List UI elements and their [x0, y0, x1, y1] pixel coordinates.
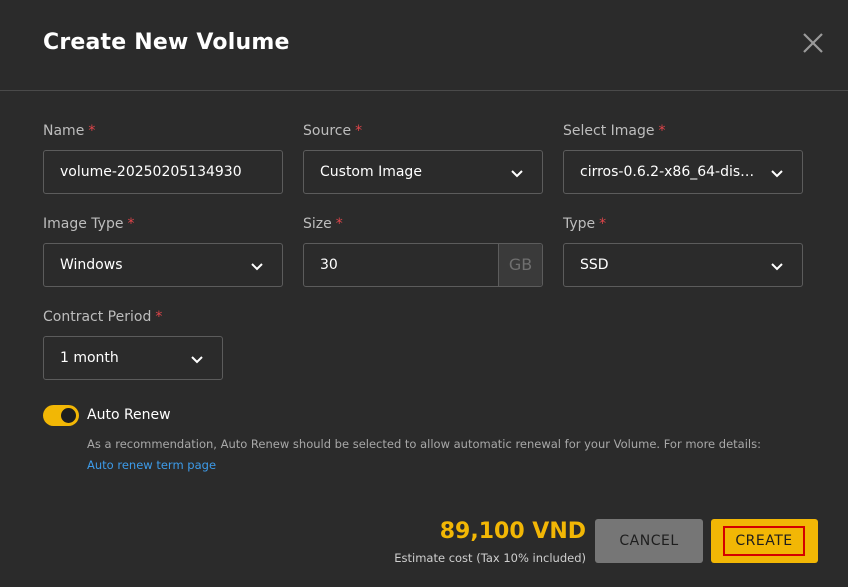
source-select[interactable]: Custom Image — [303, 150, 543, 194]
auto-renew-term-link[interactable]: Auto renew term page — [87, 458, 216, 472]
name-label: Name * — [43, 123, 96, 139]
contract-period-value: 1 month — [60, 350, 119, 366]
required-mark: * — [335, 216, 343, 232]
required-mark: * — [88, 123, 96, 139]
image-type-value: Windows — [60, 257, 123, 273]
source-value: Custom Image — [320, 164, 422, 180]
image-type-select[interactable]: Windows — [43, 243, 283, 287]
required-mark: * — [658, 123, 666, 139]
chevron-down-icon — [771, 170, 783, 178]
chevron-down-icon — [251, 263, 263, 271]
required-mark: * — [155, 309, 163, 325]
type-label: Type * — [563, 216, 607, 232]
dialog-header: Create New Volume — [0, 0, 848, 91]
required-mark: * — [355, 123, 363, 139]
auto-renew-label: Auto Renew — [87, 407, 171, 423]
estimated-price: 89,100 VND — [439, 519, 586, 544]
price-note: Estimate cost (Tax 10% included) — [394, 551, 586, 565]
chevron-down-icon — [511, 170, 523, 178]
chevron-down-icon — [191, 356, 203, 364]
image-type-label: Image Type * — [43, 216, 135, 232]
contract-period-label: Contract Period * — [43, 309, 163, 325]
close-icon — [803, 33, 823, 53]
type-value: SSD — [580, 257, 609, 273]
type-select[interactable]: SSD — [563, 243, 803, 287]
size-input[interactable] — [320, 244, 490, 286]
required-mark: * — [127, 216, 135, 232]
cancel-button[interactable]: CANCEL — [595, 519, 703, 563]
auto-renew-toggle[interactable] — [43, 405, 79, 426]
auto-renew-hint: As a recommendation, Auto Renew should b… — [87, 434, 787, 476]
name-field[interactable] — [43, 150, 283, 194]
auto-renew-hint-text: As a recommendation, Auto Renew should b… — [87, 437, 761, 451]
create-button-label: CREATE — [723, 526, 805, 556]
contract-period-select[interactable]: 1 month — [43, 336, 223, 380]
size-field[interactable]: GB — [303, 243, 543, 287]
select-image-select[interactable]: cirros-0.6.2-x86_64-disk... — [563, 150, 803, 194]
create-volume-dialog: Create New Volume Name* Source* Custom I… — [0, 0, 848, 587]
chevron-down-icon — [771, 263, 783, 271]
size-label: Size * — [303, 216, 343, 232]
size-unit: GB — [498, 244, 542, 286]
create-button[interactable]: CREATE — [711, 519, 818, 563]
toggle-knob — [61, 408, 76, 423]
source-label: Source * — [303, 123, 363, 139]
name-input[interactable] — [60, 151, 270, 193]
dialog-title: Create New Volume — [43, 30, 290, 55]
select-image-value: cirros-0.6.2-x86_64-disk... — [580, 164, 760, 180]
select-image-label: Select Image * — [563, 123, 666, 139]
required-mark: * — [599, 216, 607, 232]
close-button[interactable] — [800, 30, 826, 56]
